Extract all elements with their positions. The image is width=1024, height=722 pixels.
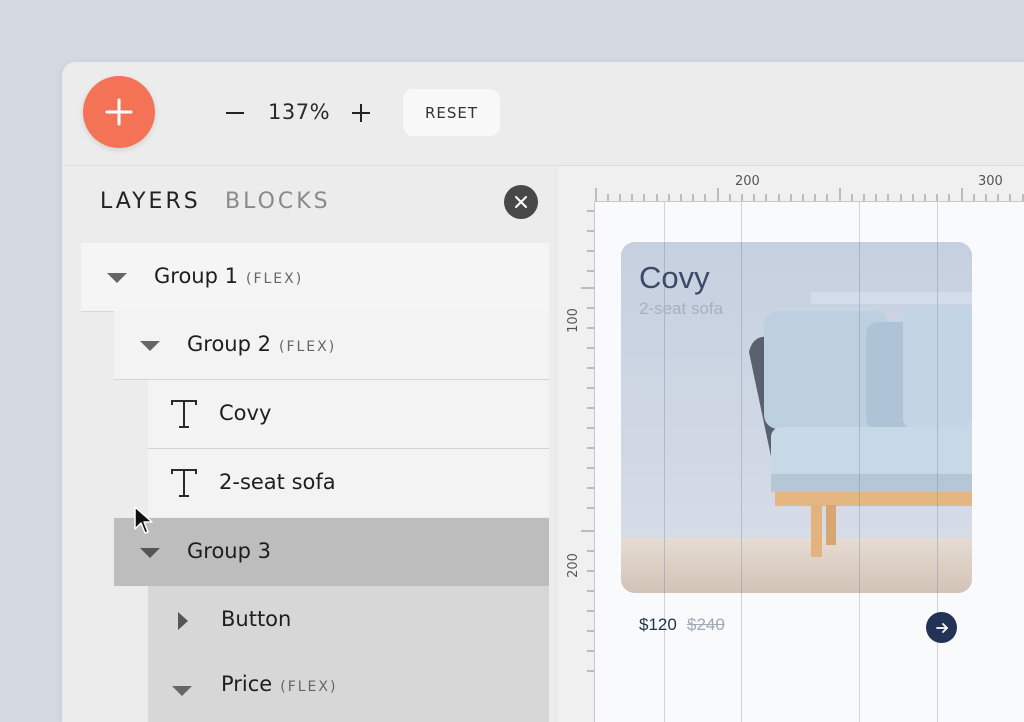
ruler-label-200: 200 [735,174,760,189]
horizontal-ruler: 200 300 [594,166,1024,202]
layer-tag: (FLEX) [278,339,337,355]
toolbar: 137% RESET [62,62,1024,166]
product-subtitle[interactable]: 2-seat sofa [639,299,723,319]
artboard[interactable]: Covy 2-seat sofa $120 $240 [595,202,1024,722]
layer-row-group-3[interactable]: Group 3 [114,518,549,586]
layer-label: Group 2 [187,332,271,356]
original-price[interactable]: $240 [687,615,725,635]
layers-panel: LAYERS BLOCKS Group 1 (FLEX) Group 2 (FLEX… [62,166,558,722]
layer-label: Covy [219,401,272,425]
caret-down-icon[interactable] [172,686,192,696]
reset-button[interactable]: RESET [403,89,500,136]
ruler-label-300: 300 [978,174,1003,189]
layer-row-2-seat-sofa[interactable]: 2-seat sofa [148,449,549,517]
layer-tree: Group 1 (FLEX) Group 2 (FLEX) Covy 2-sea… [62,243,558,722]
vertical-ruler: 100 200 [559,201,595,722]
layout-guide [741,202,742,722]
layer-row-group-1[interactable]: Group 1 (FLEX) [81,243,549,312]
ruler-ticks [581,210,594,672]
zoom-level: 137% [268,100,331,124]
text-icon [171,469,197,497]
ruler-corner [559,166,595,202]
design-canvas[interactable]: 200 300 100 200 Covy 2-seat sofa $120 $2… [559,166,1024,722]
layer-row-button[interactable]: Button [148,586,549,654]
plus-icon [105,98,133,126]
layer-row-group-2[interactable]: Group 2 (FLEX) [114,311,549,380]
tab-blocks[interactable]: BLOCKS [225,189,331,214]
text-icon [171,400,197,428]
minus-icon [226,112,244,114]
product-go-button[interactable] [926,612,957,643]
layer-label: Group 3 [187,539,271,563]
layer-row-price[interactable]: Price (FLEX) [148,654,549,722]
caret-down-icon[interactable] [140,548,160,558]
mouse-cursor-icon [134,506,153,534]
layer-label: Group 1 [154,264,238,288]
layer-tag: (FLEX) [280,679,338,695]
close-icon [515,196,527,208]
layout-guide [859,202,860,722]
close-panel-button[interactable] [504,185,538,219]
layer-label: 2-seat sofa [219,470,336,494]
add-button[interactable] [83,76,155,148]
layer-label: Price [221,672,273,696]
editor-window: 137% RESET LAYERS BLOCKS Group 1 (FLEX) [62,62,1024,722]
layer-row-covy[interactable]: Covy [148,380,549,449]
caret-right-icon[interactable] [178,612,188,630]
caret-down-icon[interactable] [140,341,160,351]
product-title[interactable]: Covy [639,260,710,296]
tab-layers[interactable]: LAYERS [100,189,201,214]
zoom-out-button[interactable] [222,98,248,128]
zoom-in-button[interactable] [348,98,374,128]
ruler-ticks [595,188,1024,201]
arrow-right-icon [935,622,948,633]
plus-icon [352,104,370,122]
layer-label: Button [221,607,292,631]
layout-guide [937,202,938,722]
price[interactable]: $120 [639,615,677,635]
caret-down-icon[interactable] [107,273,127,283]
layer-tag: (FLEX) [245,271,304,287]
ruler-label-100: 100 [565,308,581,333]
ruler-label-200: 200 [565,553,581,578]
